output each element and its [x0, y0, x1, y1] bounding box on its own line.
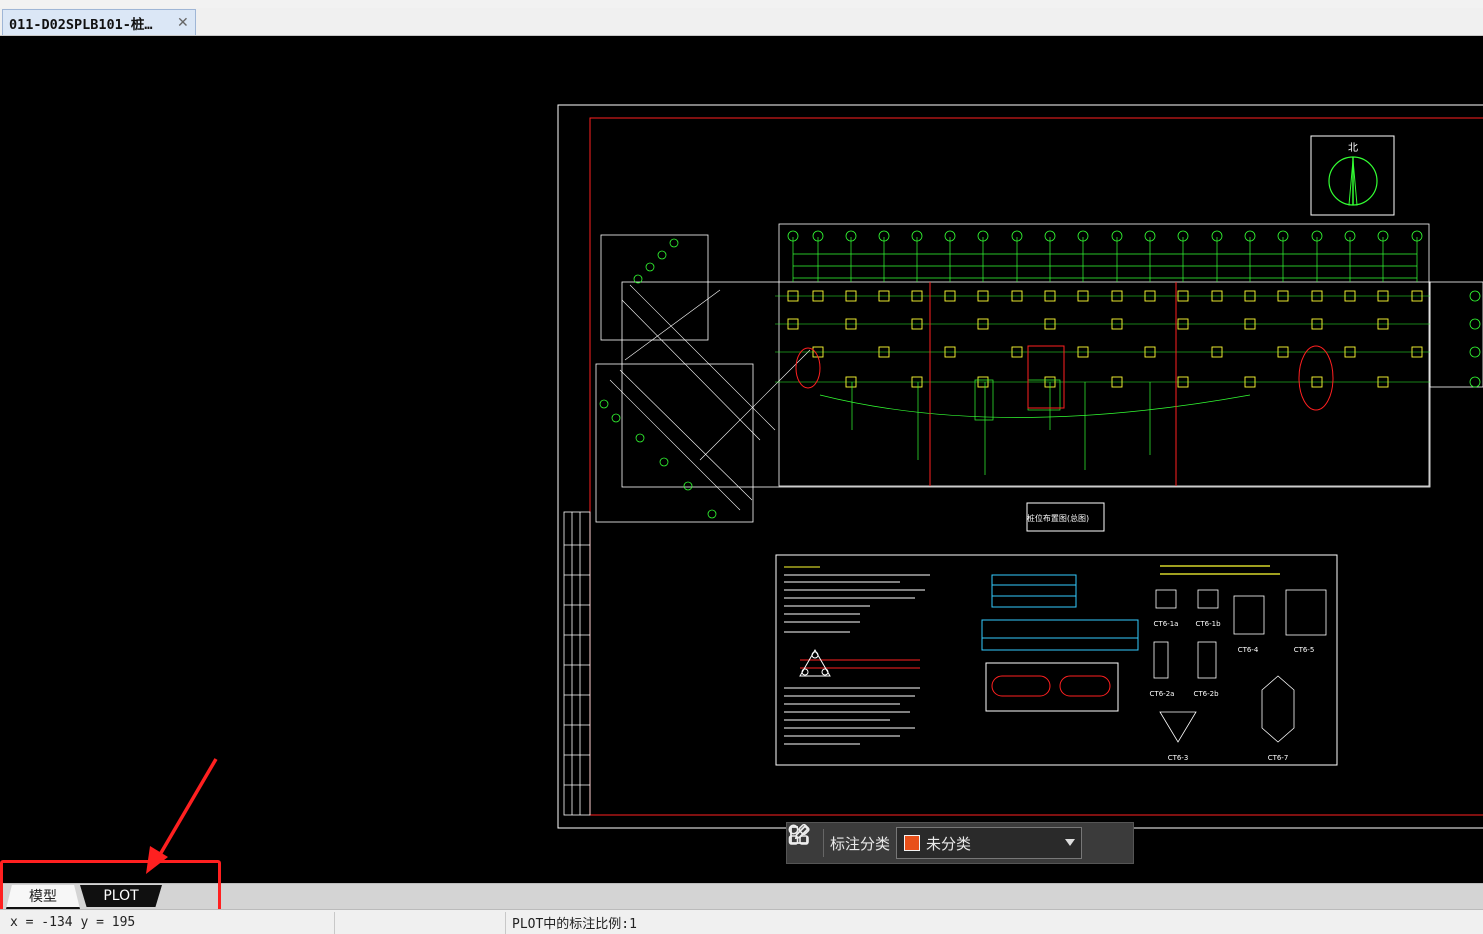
svg-text:CT6-3: CT6-3 [1168, 754, 1189, 762]
diagonal-grid [609, 284, 811, 511]
svg-text:CT6-5: CT6-5 [1294, 646, 1315, 654]
cad-drawing: 北 桩位布置图(总图) CT6-1a CT6-1b CT6-4 CT6-5 CT… [146, 104, 1483, 874]
annotation-toolbar: 标注分类 未分类 [786, 822, 1134, 864]
document-tab-bar: 011-D02SPLB101-桩… ✕ [0, 8, 1483, 36]
svg-text:CT6-7: CT6-7 [1268, 754, 1289, 762]
grid-bubbles [599, 230, 1481, 519]
svg-text:桩位布置图(总图): 桩位布置图(总图) [1027, 513, 1089, 523]
svg-text:CT6-1a: CT6-1a [1154, 620, 1179, 628]
title-block [563, 511, 591, 816]
svg-text:CT6-1b: CT6-1b [1195, 620, 1221, 628]
annotation-category-label: 标注分类 [830, 834, 891, 853]
cursor-coordinates: x = -134 y = 195 [10, 914, 136, 930]
category-value: 未分类 [926, 834, 972, 853]
close-icon[interactable]: ✕ [177, 16, 189, 30]
north-arrow: 北 [1310, 135, 1395, 216]
sheet-border [589, 117, 1483, 816]
notes-panel: CT6-1a CT6-1b CT6-4 CT6-5 CT6-2a CT6-2b … [775, 554, 1338, 766]
layout-tab-bar: 模型 PLOT [0, 883, 1483, 909]
status-bar: x = -134 y = 195 PLOT中的标注比例:1 [0, 909, 1483, 934]
top-strip [0, 0, 1483, 8]
svg-text:CT6-4: CT6-4 [1238, 646, 1259, 654]
axis-grid [792, 237, 1418, 282]
chevron-down-icon [1065, 839, 1076, 846]
document-tab[interactable]: 011-D02SPLB101-桩… ✕ [2, 9, 196, 35]
svg-text:CT6-2b: CT6-2b [1193, 690, 1219, 698]
svg-text:CT6-2a: CT6-2a [1150, 690, 1175, 698]
lower-piles [819, 379, 1251, 475]
status-divider [505, 912, 506, 934]
red-markup [795, 282, 1334, 486]
plan-title: 桩位布置图(总图) [1026, 502, 1105, 532]
drawing-canvas[interactable]: 北 桩位布置图(总图) CT6-1a CT6-1b CT6-4 CT6-5 CT… [0, 36, 1483, 883]
annotation-category-select[interactable]: 未分类 [896, 827, 1083, 859]
status-divider [334, 912, 335, 934]
plot-scale-text: PLOT中的标注比例:1 [512, 916, 637, 932]
document-tab-title: 011-D02SPLB101-桩… [9, 16, 153, 33]
edit-icon [790, 824, 810, 844]
edit-annotation-button[interactable] [790, 824, 1130, 862]
category-color-swatch [904, 835, 921, 851]
callout-arrow [146, 758, 218, 874]
pile-caps [787, 290, 1423, 388]
pile-rows [775, 295, 1430, 383]
north-label: 北 [1348, 142, 1358, 154]
